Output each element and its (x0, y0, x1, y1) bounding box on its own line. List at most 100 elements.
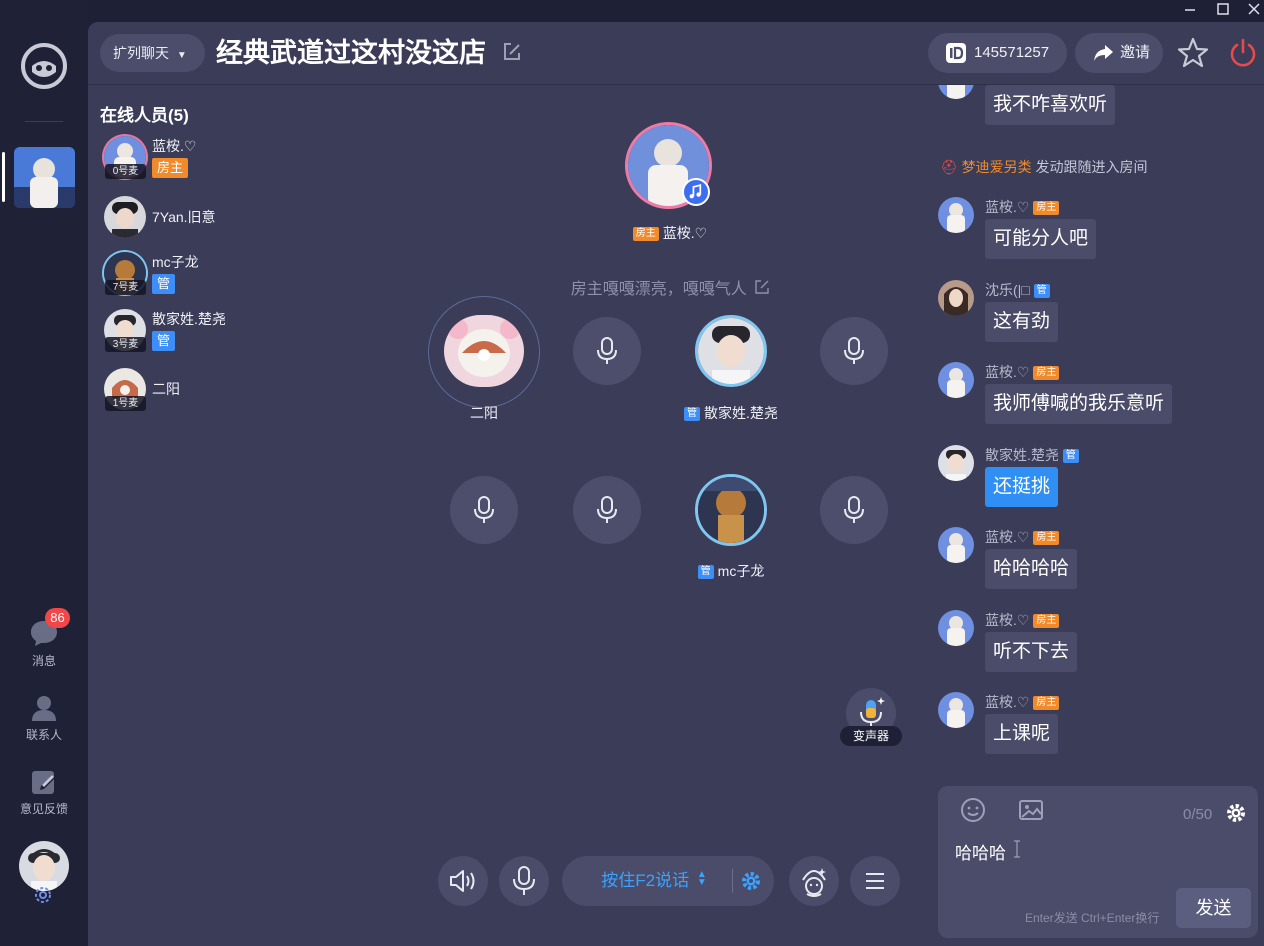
seat-name: 散家姓.楚尧 (704, 405, 778, 421)
chat-avatar[interactable] (938, 692, 974, 728)
chat-text-input[interactable] (955, 836, 1215, 866)
rail-active-indicator (2, 152, 5, 202)
mic-seat-tag: 1号麦 (105, 396, 146, 411)
chat-message: 我不咋喜欢听 (938, 85, 1258, 125)
chat-bubble: 还挺挑 (985, 467, 1059, 507)
chat-message-list[interactable]: 我不咋喜欢听 (930, 85, 1264, 785)
emoji-smile-icon[interactable] (959, 796, 987, 824)
push-to-talk-text: 按住F2说话 (601, 871, 690, 890)
microphone-icon (597, 496, 617, 523)
chat-avatar[interactable] (938, 445, 974, 481)
contacts-nav[interactable]: 联系人 (0, 694, 88, 743)
microphone-icon (474, 496, 494, 523)
empty-seat[interactable] (820, 476, 888, 544)
my-avatar[interactable] (19, 841, 69, 891)
talk-settings-gear-icon[interactable] (740, 870, 762, 892)
empty-seat[interactable] (450, 476, 518, 544)
image-upload-icon[interactable] (1017, 796, 1045, 824)
text-cursor-icon (1014, 840, 1020, 858)
chat-message: 蓝桉.♡ 房主 上课呢 (938, 692, 1258, 762)
notice-text: 发动跟随进入房间 (1031, 159, 1148, 175)
character-count: 0/50 (1183, 806, 1213, 823)
hamburger-menu-icon (866, 873, 884, 889)
online-member[interactable]: 7号麦 mc子龙 管 (104, 252, 324, 302)
host-owner-tag: 房主 (632, 227, 659, 241)
edit-announcement-icon[interactable] (755, 280, 769, 294)
chat-user: 沈乐(|□ 管 (985, 280, 1054, 300)
chat-message: 蓝桉.♡ 房主 可能分人吧 (938, 197, 1258, 267)
minimize-icon[interactable] (1176, 0, 1204, 20)
chat-bubble: 上课呢 (985, 714, 1059, 754)
feedback-label: 意见反馈 (19, 802, 68, 816)
host-name: 蓝桉.♡ (662, 225, 708, 241)
maximize-icon[interactable] (1209, 0, 1237, 20)
magic-hat-icon (802, 868, 826, 897)
input-settings-gear-icon[interactable] (1225, 802, 1247, 824)
online-list-title: 在线人员(5) (100, 106, 189, 125)
chat-bubble: 这有劲 (985, 302, 1059, 342)
chat-avatar[interactable] (938, 280, 974, 316)
feedback-nav[interactable]: 意见反馈 (0, 768, 88, 817)
chat-message: 蓝桉.♡ 房主 我师傅喊的我乐意听 (938, 362, 1258, 432)
seat-avatar-mczilong[interactable] (695, 474, 767, 546)
feedback-edit-icon (32, 771, 55, 794)
room-announcement[interactable]: 房主嘎嘎漂亮，嘎嘎气人 (520, 275, 820, 299)
empty-seat[interactable] (573, 476, 641, 544)
chat-avatar[interactable] (938, 197, 974, 233)
hat-icon: ⛑ (940, 159, 958, 175)
speaker-button[interactable] (438, 856, 488, 906)
chat-message: 蓝桉.♡ 房主 听不下去 (938, 610, 1258, 680)
close-icon[interactable] (1240, 0, 1264, 20)
follow-join-notice: ⛑ 梦迪爱另类 发动跟随进入房间 (940, 157, 1148, 177)
owner-tag: 房主 (152, 158, 189, 178)
seat-avatar-erayang[interactable] (444, 315, 524, 387)
chat-message: 散家姓.楚尧 管 还挺挑 (938, 445, 1258, 515)
chat-avatar[interactable] (938, 362, 974, 398)
empty-seat[interactable] (820, 317, 888, 385)
member-name: 散家姓.楚尧 (152, 311, 226, 327)
seat-avatar-chuyao[interactable] (695, 315, 767, 387)
chat-message: 蓝桉.♡ 房主 哈哈哈哈 (938, 527, 1258, 597)
chat-user: 散家姓.楚尧 管 (985, 445, 1083, 465)
favorite-star-icon[interactable] (1176, 36, 1210, 70)
invite-button[interactable]: 邀请 (1075, 33, 1163, 73)
current-room-avatar[interactable] (14, 147, 75, 208)
seat-label: 管散家姓.楚尧 (661, 403, 801, 423)
chat-avatar[interactable] (938, 527, 974, 563)
chat-avatar[interactable] (938, 610, 974, 646)
member-name: 二阳 (152, 381, 180, 397)
notice-user[interactable]: 梦迪爱另类 (962, 159, 1032, 175)
id-card-icon (946, 43, 966, 63)
messages-nav[interactable]: 消息 (0, 618, 88, 669)
music-note-icon (682, 178, 710, 206)
expand-chat-label: 扩列聊天 (113, 45, 169, 61)
gift-effects-button[interactable] (789, 856, 839, 906)
settings-gear-icon[interactable] (34, 886, 52, 904)
sort-arrows-icon: ▲ ▼ (696, 869, 707, 888)
exit-power-icon[interactable] (1227, 37, 1259, 69)
more-menu-button[interactable] (850, 856, 900, 906)
mic-toggle-button[interactable] (499, 856, 549, 906)
online-member[interactable]: 7Yan.旧意 (104, 196, 324, 246)
messages-label: 消息 (31, 654, 56, 668)
chat-message: 沈乐(|□ 管 这有劲 (938, 280, 1258, 350)
edit-title-icon[interactable] (502, 42, 522, 62)
microphone-icon (597, 337, 617, 364)
online-member[interactable]: 3号麦 散家姓.楚尧 管 (104, 309, 324, 359)
seat-admin-tag: 管 (697, 565, 714, 579)
mic-seat-tag: 0号麦 (105, 164, 146, 179)
online-member[interactable]: 1号麦 二阳 (104, 368, 324, 418)
member-name: 蓝桉.♡ (152, 138, 197, 154)
host-seat-label: 房主 蓝桉.♡ (600, 223, 740, 243)
app-logo-icon[interactable] (20, 42, 68, 90)
chat-user: 蓝桉.♡ 房主 (985, 197, 1063, 217)
send-button[interactable]: 发送 (1176, 888, 1251, 928)
admin-tag: 管 (152, 331, 176, 351)
empty-seat[interactable] (573, 317, 641, 385)
chat-user: 蓝桉.♡ 房主 (985, 527, 1063, 547)
chat-bubble: 听不下去 (985, 632, 1078, 672)
announcement-text: 房主嘎嘎漂亮，嘎嘎气人 (570, 281, 747, 298)
talk-button-divider (732, 869, 733, 893)
online-member[interactable]: 0号麦 蓝桉.♡ 房主 (104, 136, 324, 186)
expand-chat-dropdown[interactable]: 扩列聊天 ▼ (100, 34, 205, 72)
